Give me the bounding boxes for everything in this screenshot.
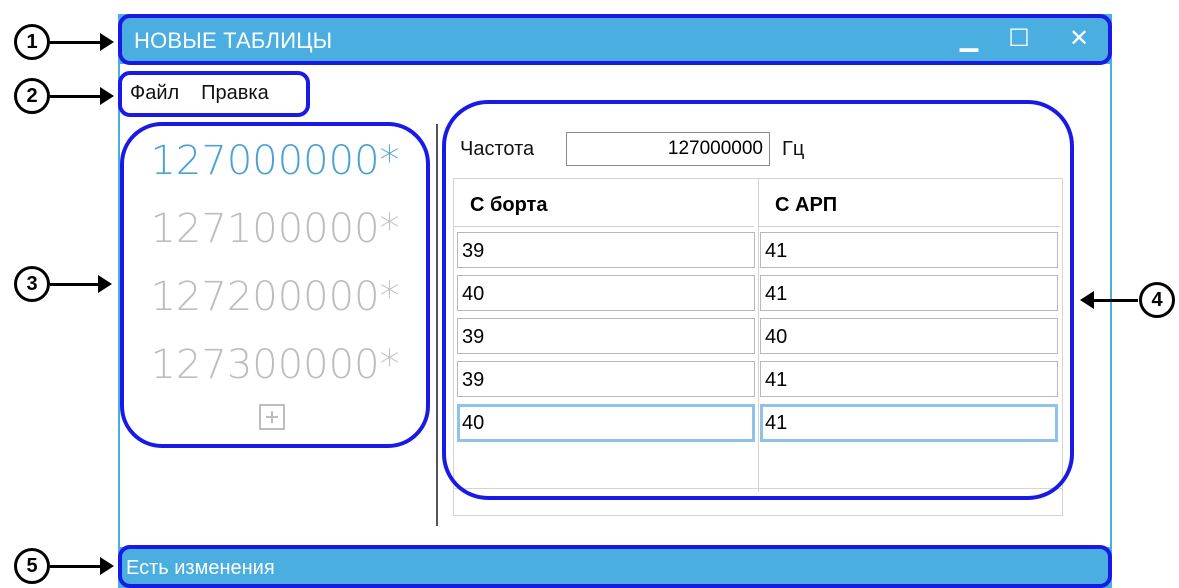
splitter[interactable] — [436, 124, 438, 526]
callout-number: 2 — [14, 78, 50, 114]
arrow-icon — [50, 557, 114, 575]
callout-number: 5 — [14, 548, 50, 584]
callout-number: 3 — [14, 266, 50, 302]
callout-frame-title — [118, 14, 1112, 65]
arrow-icon — [50, 87, 114, 105]
callout-frame-list — [120, 122, 430, 448]
callout-number: 1 — [14, 24, 50, 60]
callout-number: 4 — [1139, 282, 1175, 318]
callout-frame-status — [118, 545, 1112, 588]
arrow-icon — [50, 33, 114, 51]
callout-frame-editor — [442, 100, 1074, 500]
arrow-icon — [50, 275, 112, 293]
callout-frame-menu — [118, 71, 310, 117]
arrow-icon — [1080, 291, 1138, 309]
